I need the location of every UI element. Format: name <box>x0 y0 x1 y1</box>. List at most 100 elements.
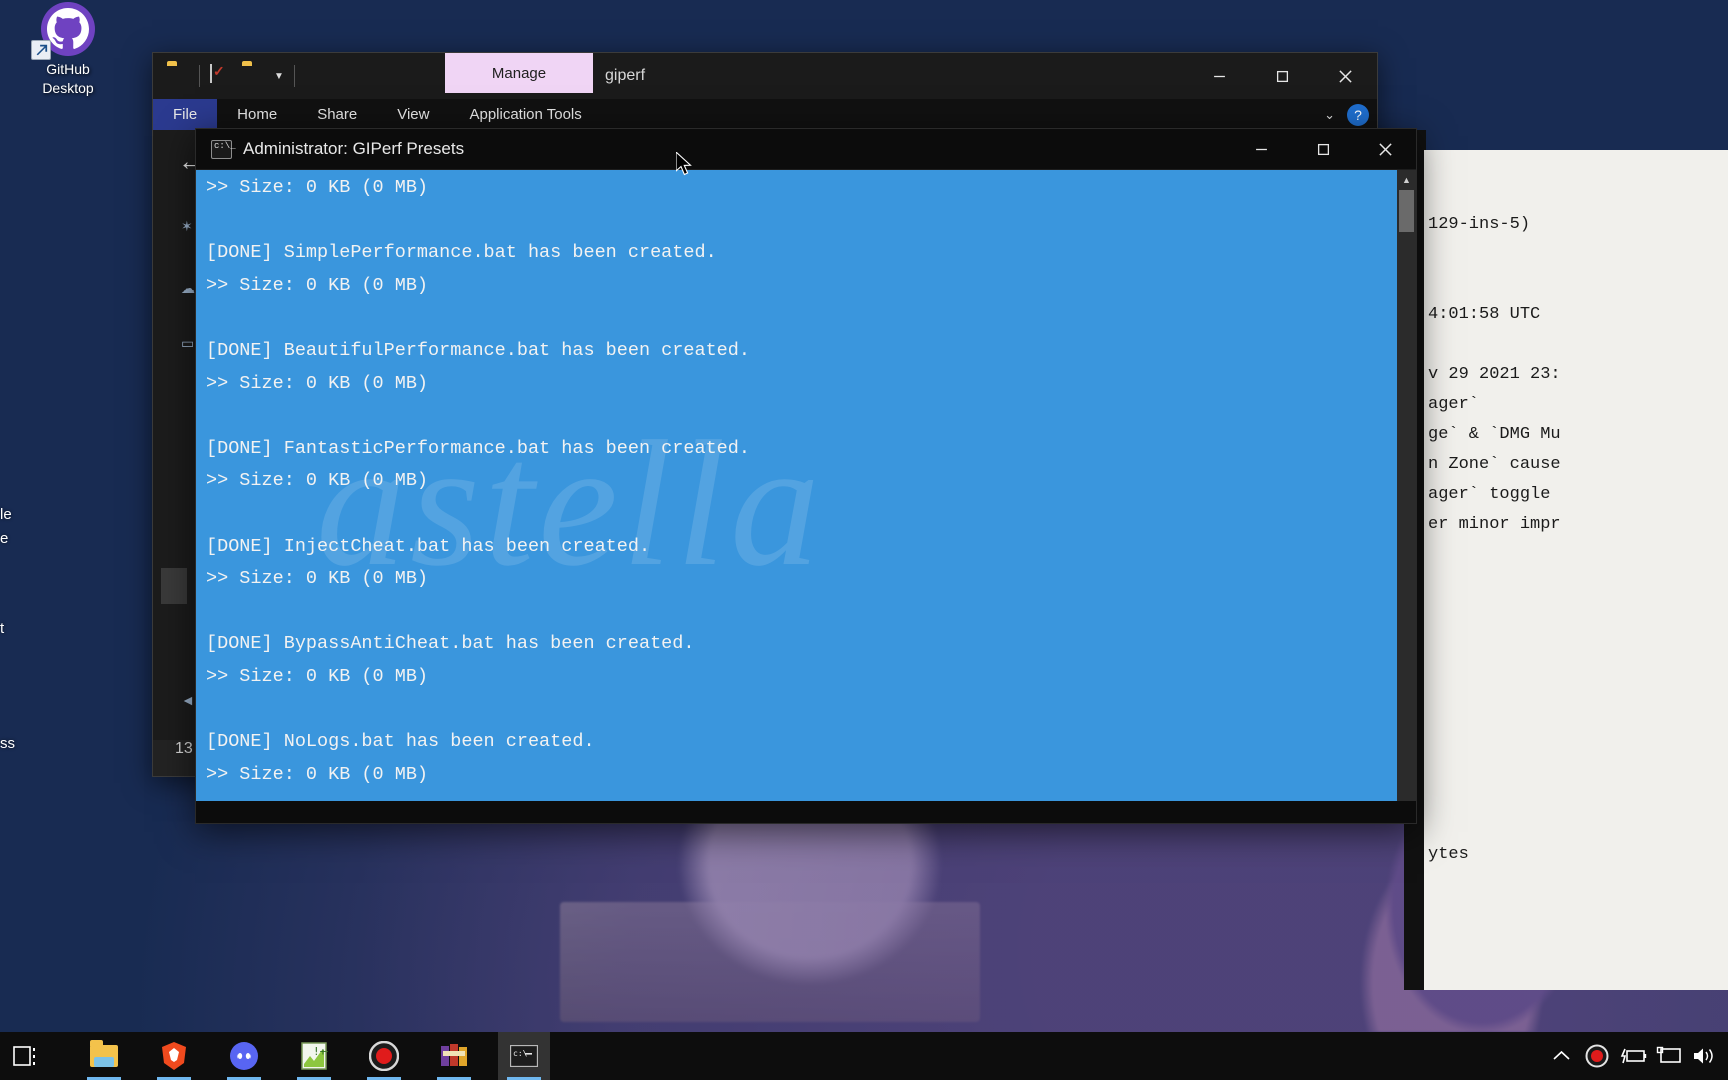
shortcut-label-line2: Desktop <box>42 80 94 96</box>
notepad-plus-plus-icon: !++ <box>301 1042 328 1070</box>
background-doc-line <box>1424 600 1728 630</box>
console-output-area[interactable]: astella >> Size: 0 KB (0 MB) [DONE] Simp… <box>196 170 1416 823</box>
console-line: [DONE] FantasticPerformance.bat has been… <box>206 437 750 459</box>
taskbar-command-prompt[interactable]: c:\ <box>498 1032 550 1080</box>
background-doc-line <box>1424 240 1728 270</box>
folder-icon-taskbar <box>90 1040 118 1067</box>
console-close-button[interactable] <box>1354 129 1416 170</box>
chevron-down-icon-ribbon[interactable]: ⌄ <box>1324 107 1335 123</box>
background-doc-line <box>1424 330 1728 360</box>
volume-icon[interactable] <box>1688 1032 1722 1080</box>
background-doc-line: ytes <box>1428 845 1469 864</box>
shortcut-arrow-icon <box>31 40 51 60</box>
help-icon[interactable]: ? <box>1347 103 1369 126</box>
edge-text-3: ss <box>0 735 15 752</box>
explorer-ribbon-tabs[interactable]: File Home Share View Application Tools ⌄… <box>153 99 1377 130</box>
edge-text-2: t <box>0 620 5 637</box>
console-scrollbar[interactable]: ▲ <box>1397 170 1416 823</box>
recording-indicator-icon[interactable] <box>1580 1032 1614 1080</box>
background-doc-line <box>1424 690 1728 720</box>
svg-text:!++: !++ <box>313 1045 328 1058</box>
chevron-down-icon[interactable]: ▼ <box>274 71 284 82</box>
ribbon-tab-home[interactable]: Home <box>217 99 297 130</box>
background-doc-line <box>1424 630 1728 660</box>
nav-pin-icon: ✶ <box>181 218 193 234</box>
contextual-tab-manage[interactable]: Manage <box>445 53 593 93</box>
background-doc-line: 129-ins-5) <box>1428 215 1531 234</box>
system-tray[interactable] <box>1544 1032 1728 1080</box>
console-scrollbar-thumb[interactable] <box>1399 190 1414 232</box>
github-desktop-shortcut[interactable]: GitHub Desktop <box>18 2 118 98</box>
scroll-up-icon[interactable]: ▲ <box>1397 170 1416 189</box>
background-doc-line <box>1424 150 1728 180</box>
explorer-scrollbar-thumb[interactable] <box>161 568 187 604</box>
winrar-icon <box>441 1044 467 1066</box>
explorer-window-title: giperf <box>605 67 646 84</box>
taskbar-brave[interactable] <box>148 1032 200 1080</box>
taskbar-discord[interactable] <box>218 1032 270 1080</box>
nav-expand-icon[interactable]: ◄ <box>181 692 195 708</box>
console-maximize-button[interactable] <box>1292 129 1354 170</box>
explorer-titlebar[interactable]: ▼ Manage giperf <box>153 53 1377 99</box>
quick-access-toolbar[interactable]: ▼ <box>153 64 295 87</box>
console-line: >> Size: 0 KB (0 MB) <box>206 665 429 687</box>
background-doc-line <box>1424 810 1728 840</box>
background-doc-line <box>1424 780 1728 810</box>
background-doc-line <box>1424 540 1728 570</box>
console-line: [DONE] BypassAntiCheat.bat has been crea… <box>206 633 695 655</box>
explorer-window-controls[interactable] <box>1188 53 1377 99</box>
task-view-button[interactable] <box>0 1032 52 1080</box>
folder-icon[interactable] <box>167 65 189 87</box>
taskbar[interactable]: !++ c:\ <box>0 1032 1728 1080</box>
console-line: >> Size: 0 KB (0 MB) <box>206 568 429 590</box>
new-folder-icon[interactable] <box>242 65 264 87</box>
taskbar-winrar[interactable] <box>428 1032 480 1080</box>
ribbon-tab-view[interactable]: View <box>377 99 449 130</box>
console-line: >> Size: 0 KB (0 MB) <box>206 177 429 198</box>
edge-text-0: le <box>0 506 12 523</box>
console-minimize-button[interactable] <box>1230 129 1292 170</box>
taskbar-file-explorer[interactable] <box>78 1032 130 1080</box>
mouse-cursor <box>676 152 692 176</box>
edge-text-1: e <box>0 530 9 547</box>
explorer-maximize-button[interactable] <box>1251 53 1314 99</box>
console-line: >> Size: 0 KB (0 MB) <box>206 372 429 394</box>
background-doc-line <box>1424 270 1728 300</box>
background-doc-line <box>1424 720 1728 750</box>
explorer-minimize-button[interactable] <box>1188 53 1251 99</box>
console-line: >> Size: 0 KB (0 MB) <box>206 274 429 296</box>
background-document-window[interactable]: 129-ins-5) 4:01:58 UTC v 29 2021 23: ager… <box>1424 150 1728 990</box>
display-icon[interactable] <box>1652 1032 1686 1080</box>
background-doc-line <box>1424 750 1728 780</box>
background-doc-line: n Zone` cause <box>1428 455 1561 474</box>
background-doc-line: 4:01:58 UTC <box>1428 305 1541 324</box>
console-line: >> Size: 0 KB (0 MB) <box>206 763 429 785</box>
taskbar-screen-recorder[interactable] <box>358 1032 410 1080</box>
console-titlebar[interactable]: c:\_ Administrator: GIPerf Presets <box>196 129 1416 170</box>
ribbon-tab-application-tools[interactable]: Application Tools <box>449 99 601 130</box>
ribbon-tab-share[interactable]: Share <box>297 99 377 130</box>
show-hidden-icons-chevron-icon[interactable] <box>1544 1032 1578 1080</box>
background-doc-line <box>1424 180 1728 210</box>
battery-icon[interactable] <box>1616 1032 1650 1080</box>
console-window[interactable]: c:\_ Administrator: GIPerf Presets astel… <box>195 128 1417 824</box>
ribbon-tab-file[interactable]: File <box>153 99 218 130</box>
console-line: >> Size: 0 KB (0 MB) <box>206 470 429 492</box>
taskbar-notepad-plus-plus[interactable]: !++ <box>288 1032 340 1080</box>
background-doc-line: ager` toggle <box>1428 485 1551 504</box>
shortcut-label-line1: GitHub <box>46 61 90 77</box>
background-doc-line: ager` <box>1428 395 1480 414</box>
console-window-controls[interactable] <box>1230 129 1416 170</box>
properties-icon[interactable] <box>210 64 232 87</box>
brave-icon <box>162 1042 186 1070</box>
cmd-icon: c:\_ <box>211 139 236 159</box>
console-bottom-edge <box>196 801 1416 823</box>
explorer-close-button[interactable] <box>1314 53 1377 99</box>
console-line: [DONE] NoLogs.bat has been created. <box>206 731 595 753</box>
